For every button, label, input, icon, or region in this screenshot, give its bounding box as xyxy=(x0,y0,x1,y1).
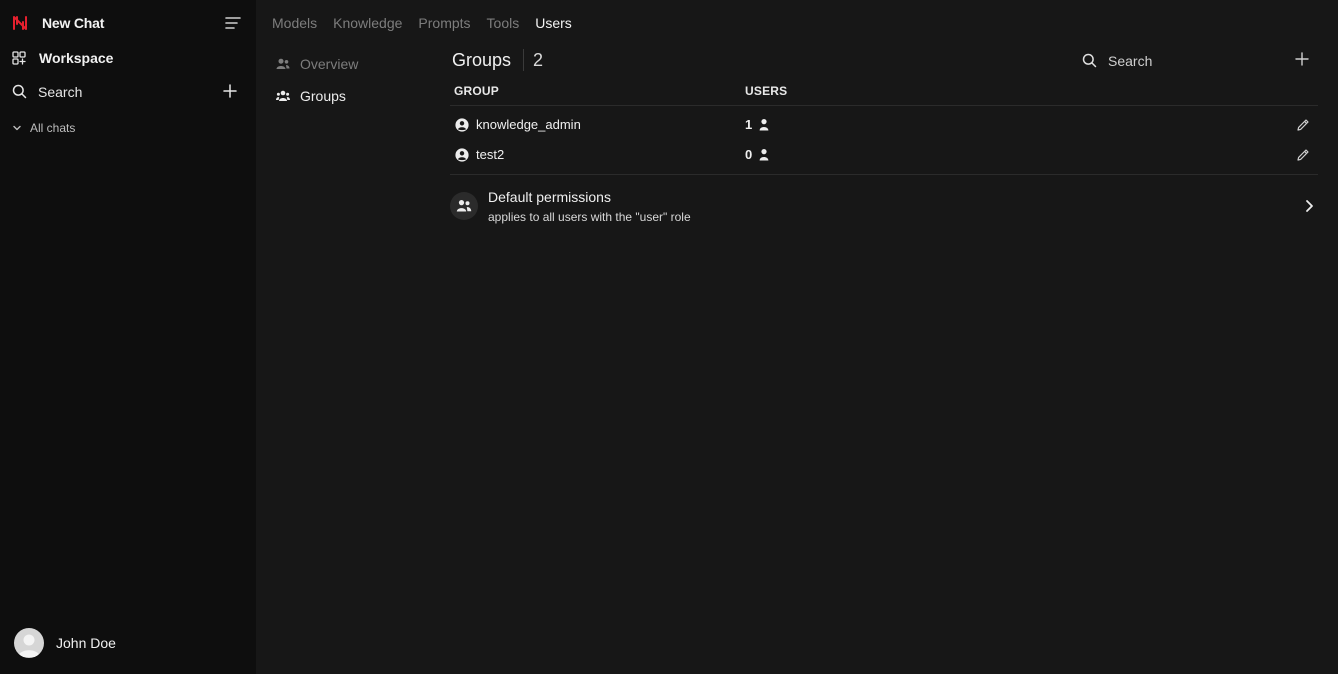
tab-prompts[interactable]: Prompts xyxy=(418,15,470,31)
new-chat-label: New Chat xyxy=(42,15,105,31)
avatar xyxy=(14,628,44,658)
groups-table-header: GROUP USERS xyxy=(450,84,1318,106)
groups-count: 2 xyxy=(533,50,544,70)
group-name: knowledge_admin xyxy=(476,117,581,132)
subnav-overview-label: Overview xyxy=(300,56,359,72)
permissions-icon-badge xyxy=(450,192,478,220)
default-permissions-title: Default permissions xyxy=(488,189,611,205)
group-user-count: 1 xyxy=(745,117,753,132)
tab-users[interactable]: Users xyxy=(535,15,572,31)
chevron-down-icon xyxy=(13,125,21,131)
groups-panel: Groups 2 GROUP USERS xyxy=(450,46,1318,224)
sidebar-search-button[interactable]: Search xyxy=(0,78,256,106)
tab-knowledge[interactable]: Knowledge xyxy=(333,15,402,31)
search-icon xyxy=(12,84,27,99)
new-folder-plus-icon[interactable] xyxy=(222,83,238,99)
user-menu-button[interactable]: John Doe xyxy=(0,626,256,660)
add-group-plus-icon[interactable] xyxy=(1295,52,1309,66)
logo-icon xyxy=(13,16,27,30)
page-title: Groups xyxy=(452,50,512,70)
column-header-group: GROUP xyxy=(454,84,500,98)
header-divider xyxy=(523,49,524,71)
app-window: New Chat Workspace Search All chats John… xyxy=(0,0,1338,674)
users-icon xyxy=(276,58,290,69)
group-search xyxy=(1080,50,1280,72)
user-circle-icon xyxy=(455,118,469,132)
all-chats-toggle[interactable]: All chats xyxy=(0,118,256,138)
group-name: test2 xyxy=(476,147,505,162)
new-chat-button[interactable]: New Chat xyxy=(0,8,256,38)
grid-icon xyxy=(12,51,26,65)
column-header-users: USERS xyxy=(745,84,788,98)
edit-pencil-icon[interactable] xyxy=(1296,118,1310,132)
main-content: Models Knowledge Prompts Tools Users Ove… xyxy=(256,0,1338,674)
workspace-button[interactable]: Workspace xyxy=(0,44,256,72)
subnav-groups-label: Groups xyxy=(300,88,346,104)
user-icon xyxy=(759,149,769,161)
user-name: John Doe xyxy=(56,635,116,651)
user-avatar-icon xyxy=(18,634,40,657)
subnav-overview[interactable]: Overview xyxy=(276,48,446,80)
user-circle-icon xyxy=(455,148,469,162)
default-permissions-subtitle: applies to all users with the "user" rol… xyxy=(488,210,691,224)
user-group-icon xyxy=(276,90,290,101)
workspace-tabs: Models Knowledge Prompts Tools Users xyxy=(272,15,572,31)
workspace-label: Workspace xyxy=(39,50,114,66)
sidebar: New Chat Workspace Search All chats John… xyxy=(0,0,256,674)
tab-tools[interactable]: Tools xyxy=(487,15,520,31)
tab-models[interactable]: Models xyxy=(272,15,317,31)
table-row: test2 0 xyxy=(450,140,1318,170)
chevron-right-icon xyxy=(1306,200,1313,212)
table-row: knowledge_admin 1 xyxy=(450,110,1318,140)
user-icon xyxy=(759,119,769,131)
subnav-groups[interactable]: Groups xyxy=(276,80,446,112)
sidebar-search-label: Search xyxy=(38,84,83,100)
search-input[interactable] xyxy=(1108,50,1278,72)
all-chats-label: All chats xyxy=(30,121,76,135)
groups-header: Groups 2 xyxy=(450,46,1318,76)
users-subnav: Overview Groups xyxy=(276,48,446,112)
edit-pencil-icon[interactable] xyxy=(1296,148,1310,162)
search-icon xyxy=(1082,53,1097,68)
section-divider xyxy=(450,174,1318,175)
default-permissions-button[interactable]: Default permissions applies to all users… xyxy=(450,184,1318,228)
user-group-icon xyxy=(456,200,472,212)
group-user-count: 0 xyxy=(745,147,753,162)
sidebar-toggle-icon[interactable] xyxy=(224,15,242,31)
